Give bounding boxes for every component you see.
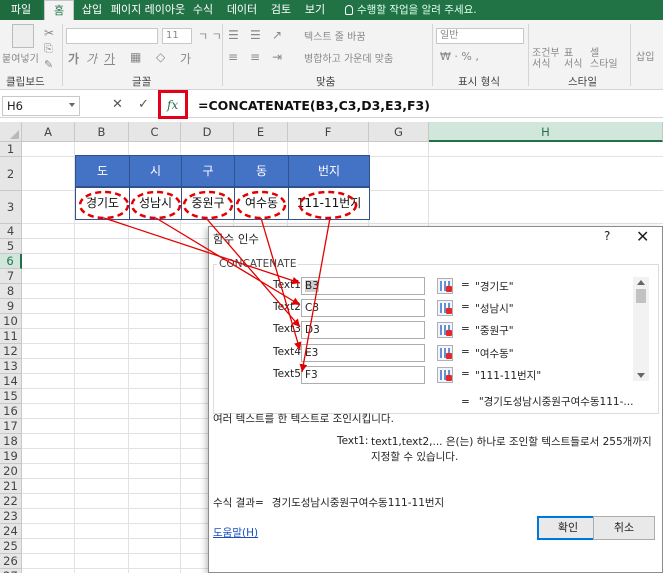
arrow-d3-to-text3 <box>205 217 301 328</box>
highlight-ellipse-d3 <box>182 190 234 220</box>
arrow-e3-to-text4 <box>260 217 302 351</box>
highlight-ellipse-e3 <box>235 190 287 220</box>
highlight-ellipse-c3 <box>130 190 182 220</box>
annotation-overlay <box>78 190 358 373</box>
highlight-ellipse-b3 <box>78 190 130 220</box>
arrow-c3-to-text2 <box>155 217 301 306</box>
arrow-f3-to-text5 <box>299 217 331 373</box>
excel-window: 파일 홈 삽입 페이지 레이아웃 수식 데이터 검토 보기 수행할 작업을 알려… <box>0 0 663 573</box>
highlight-ellipse-f3 <box>298 190 358 220</box>
